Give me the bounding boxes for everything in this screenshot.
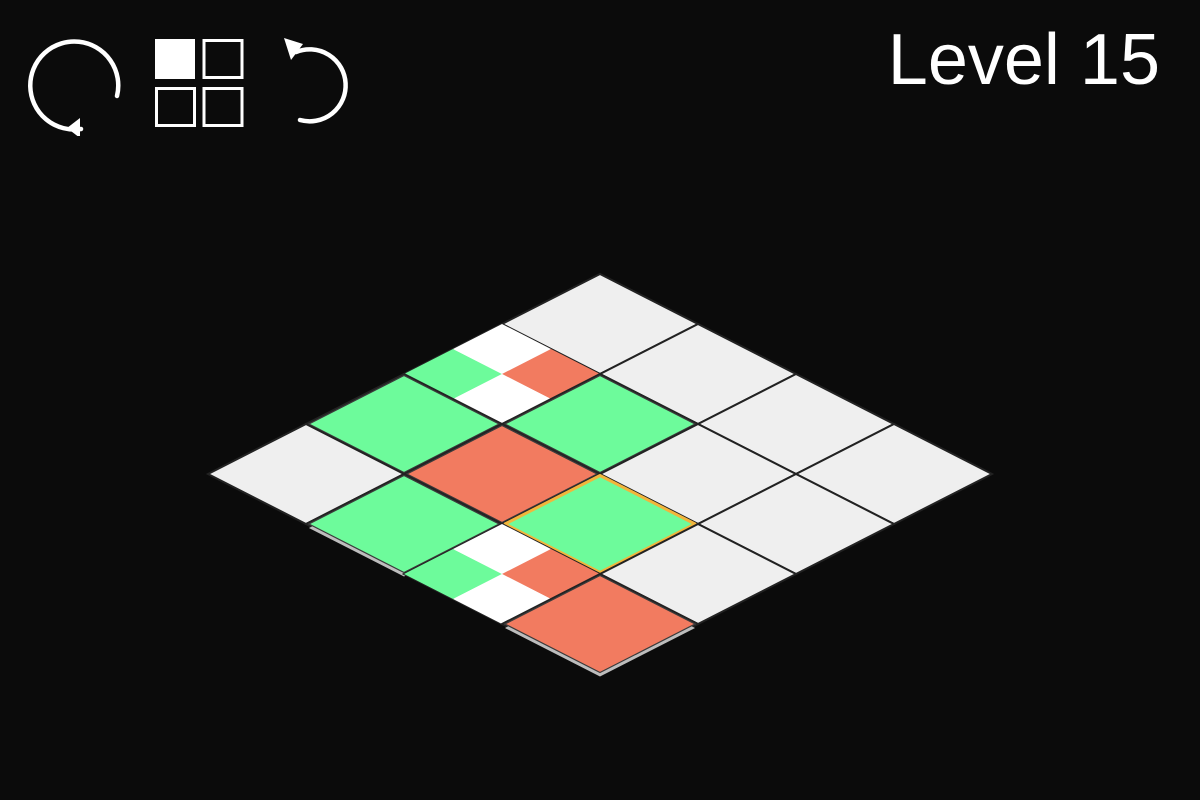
game-screen: Level 15 [0,0,1200,800]
game-board [205,272,995,677]
